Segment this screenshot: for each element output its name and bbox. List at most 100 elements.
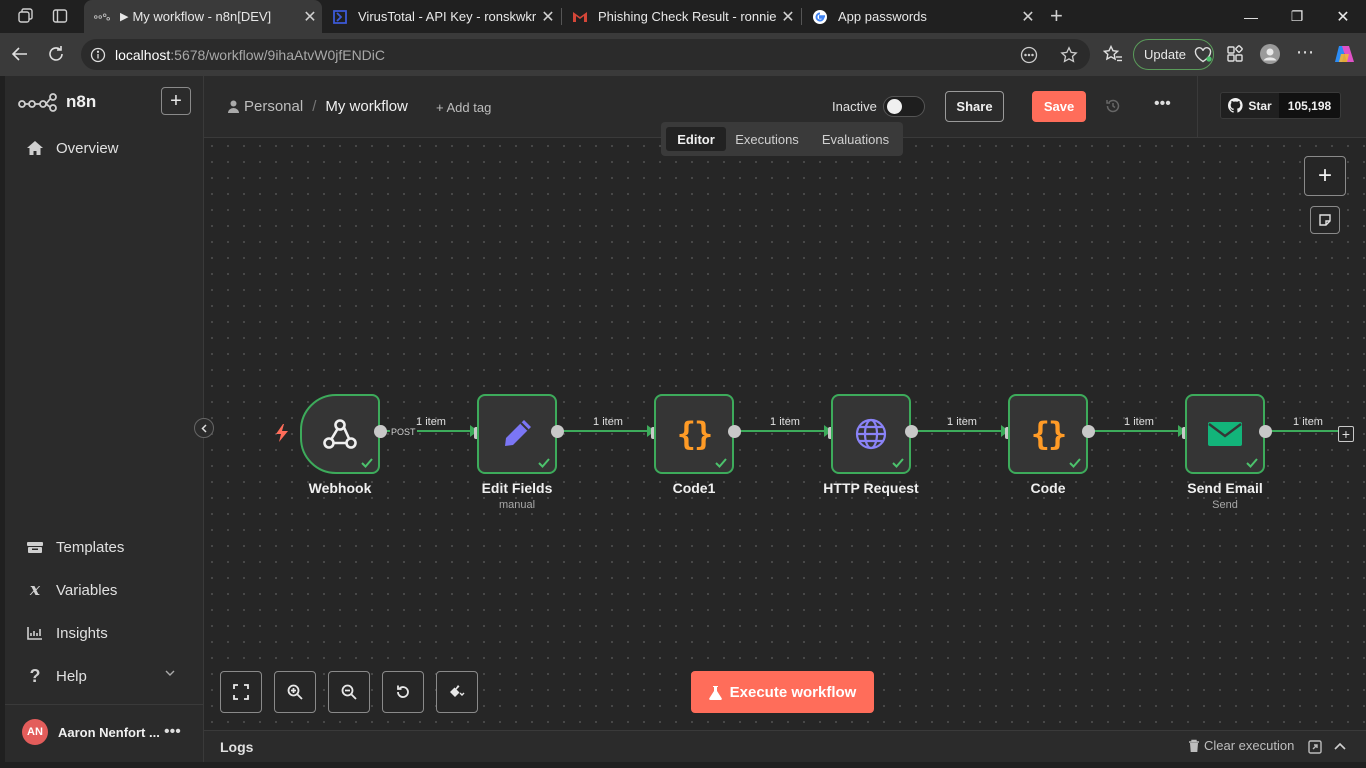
brand-logo[interactable]: n8n <box>18 92 96 112</box>
url-bar[interactable]: localhost:5678/workflow/9ihaAtvW0jfENDiC <box>81 39 1090 70</box>
output-port[interactable] <box>374 425 387 438</box>
flask-icon <box>708 685 722 700</box>
minimize-button[interactable]: — <box>1228 0 1274 33</box>
reset-zoom-button[interactable] <box>382 671 424 713</box>
sidebar-item-label: Templates <box>56 538 125 556</box>
sidebar-item-label: Variables <box>56 581 118 599</box>
execute-workflow-label: Execute workflow <box>729 683 857 701</box>
favorites-icon[interactable] <box>1103 44 1123 64</box>
collections-icon[interactable] <box>1225 44 1245 64</box>
active-toggle[interactable] <box>883 96 925 117</box>
add-node-button[interactable]: + <box>1304 156 1346 196</box>
collapse-sidebar-button[interactable] <box>194 418 214 438</box>
tidy-up-button[interactable] <box>436 671 478 713</box>
clear-execution-button[interactable]: Clear execution <box>1188 738 1294 753</box>
tab-executions[interactable]: Executions <box>731 127 803 151</box>
workflow-canvas[interactable]: + 1 item 1 item 1 item 1 item 1 item 1 i… <box>194 138 1366 730</box>
success-check-icon <box>715 458 727 468</box>
success-check-icon <box>538 458 550 468</box>
node-label: Webhook <box>308 480 372 496</box>
github-icon <box>1228 98 1243 113</box>
add-sticky-note-button[interactable] <box>1310 206 1340 234</box>
output-port[interactable] <box>905 425 918 438</box>
workspaces-icon[interactable] <box>16 7 34 25</box>
update-label: Update <box>1144 47 1186 62</box>
tab-evaluations[interactable]: Evaluations <box>813 127 898 151</box>
zoom-to-fit-button[interactable] <box>220 671 262 713</box>
zoom-out-button[interactable] <box>328 671 370 713</box>
node-label: HTTP Request <box>823 480 919 496</box>
zoom-in-button[interactable] <box>274 671 316 713</box>
avatar[interactable]: AN <box>22 719 48 745</box>
output-port[interactable] <box>551 425 564 438</box>
output-port[interactable] <box>1259 425 1272 438</box>
chevron-up-icon[interactable] <box>1334 742 1346 750</box>
sidebar-item-label: Overview <box>56 139 119 157</box>
add-tag-button[interactable]: + Add tag <box>436 100 491 115</box>
sidebar-item-help[interactable]: ? Help <box>25 666 175 686</box>
back-icon[interactable] <box>10 44 30 64</box>
node-send-email[interactable] <box>1185 394 1265 474</box>
new-tab-icon[interactable]: + <box>1050 3 1068 28</box>
add-next-node-button[interactable]: + <box>1338 426 1354 442</box>
health-heart-icon <box>1194 46 1212 63</box>
close-tab-icon[interactable]: ✕ <box>776 7 800 27</box>
close-tab-icon[interactable]: ✕ <box>298 7 322 27</box>
node-code1[interactable]: {} <box>654 394 734 474</box>
create-new-button[interactable]: + <box>161 87 191 115</box>
refresh-icon[interactable] <box>46 44 66 64</box>
tab-title: Phishing Check Result - ronniente <box>598 9 776 24</box>
output-port[interactable] <box>1082 425 1095 438</box>
profile-avatar-icon[interactable] <box>1260 44 1280 64</box>
close-tab-icon[interactable]: ✕ <box>536 7 560 27</box>
sidebar-item-variables[interactable]: x Variables <box>25 580 118 600</box>
sidebar-item-insights[interactable]: Insights <box>25 624 108 642</box>
tab-phishing-check[interactable]: Phishing Check Result - ronniente ✕ <box>562 0 800 33</box>
execute-workflow-button[interactable]: Execute workflow <box>691 671 874 713</box>
breadcrumb: Personal / My workflow <box>228 98 408 115</box>
user-name[interactable]: Aaron Nenfort ... <box>58 725 160 740</box>
favorite-star-icon[interactable] <box>1060 46 1078 64</box>
webhook-icon <box>322 417 358 451</box>
github-star-button[interactable]: Star 105,198 <box>1220 92 1341 119</box>
share-button[interactable]: Share <box>945 91 1004 122</box>
sidebar-item-label: Insights <box>56 624 108 642</box>
tab-my-workflow[interactable]: ▶ My workflow - n8n[DEV] ✕ <box>84 0 322 33</box>
tab-editor[interactable]: Editor <box>666 127 726 151</box>
node-code[interactable]: {} <box>1008 394 1088 474</box>
workflow-history-icon[interactable] <box>1105 98 1121 114</box>
restore-button[interactable]: ❐ <box>1274 0 1320 33</box>
node-webhook[interactable] <box>300 394 380 474</box>
tab-title: My workflow - n8n[DEV] <box>132 9 272 24</box>
project-link[interactable]: Personal <box>244 98 303 115</box>
close-tab-icon[interactable]: ✕ <box>1016 7 1040 27</box>
user-menu-icon[interactable]: ••• <box>164 723 181 741</box>
close-window-button[interactable]: ✕ <box>1320 0 1366 33</box>
browser-menu-icon[interactable]: ⋯ <box>1296 42 1316 62</box>
connection-item-count: 1 item <box>1293 416 1323 428</box>
success-check-icon <box>361 458 373 468</box>
node-edit-fields[interactable] <box>477 394 557 474</box>
save-button[interactable]: Save <box>1032 91 1086 122</box>
browser-tab-bar: ▶ My workflow - n8n[DEV] ✕ VirusTotal - … <box>0 0 1366 33</box>
chevron-left-icon <box>201 423 207 433</box>
virustotal-icon <box>332 9 348 25</box>
node-http-request[interactable] <box>831 394 911 474</box>
update-button[interactable]: Update <box>1133 39 1214 70</box>
more-page-icon[interactable] <box>1020 46 1038 64</box>
connection-item-count: 1 item <box>1124 416 1154 428</box>
workflow-name[interactable]: My workflow <box>325 98 408 115</box>
site-info-icon[interactable] <box>81 47 115 63</box>
user-icon <box>228 100 239 113</box>
sidebar-item-templates[interactable]: Templates <box>25 538 124 556</box>
sidebar-item-overview[interactable]: Overview <box>25 139 119 157</box>
workflow-menu-icon[interactable]: ••• <box>1154 95 1171 113</box>
trigger-bolt-icon <box>276 424 288 442</box>
tab-actions-icon[interactable] <box>51 7 69 25</box>
tab-app-passwords[interactable]: App passwords ✕ <box>802 0 1040 33</box>
output-port[interactable] <box>728 425 741 438</box>
tab-virustotal[interactable]: VirusTotal - API Key - ronskwkr ✕ <box>322 0 560 33</box>
copilot-icon[interactable] <box>1333 44 1354 64</box>
pop-out-icon[interactable] <box>1308 740 1322 754</box>
logs-panel[interactable]: Logs Clear execution <box>204 730 1366 762</box>
